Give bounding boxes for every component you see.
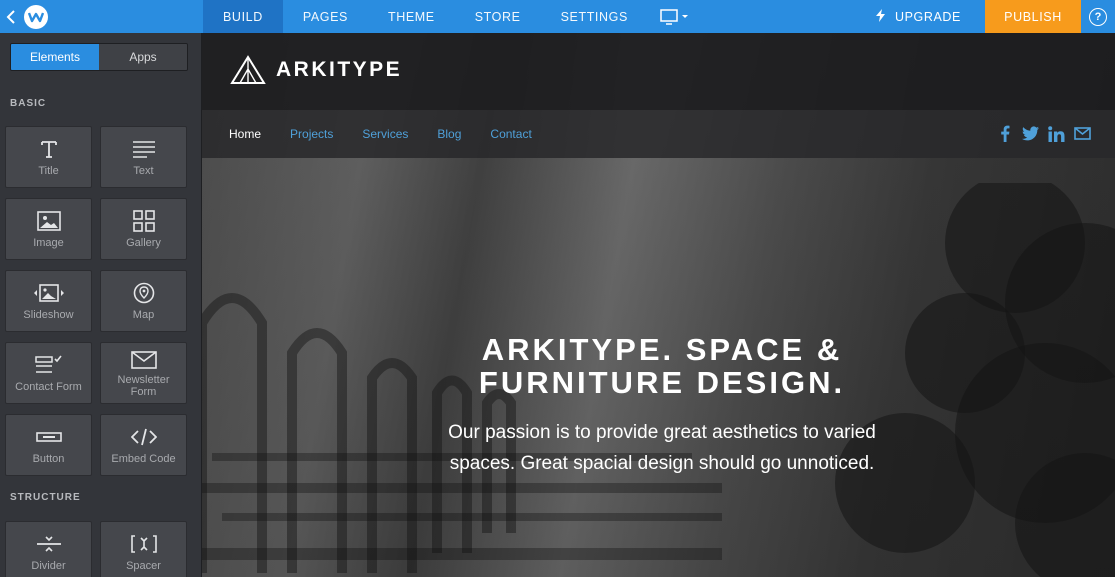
title-icon — [39, 137, 59, 161]
sidebar-tabs: Elements Apps — [10, 43, 188, 71]
device-preview-dropdown[interactable] — [648, 0, 702, 33]
element-button[interactable]: Button — [5, 414, 92, 476]
section-title-structure: STRUCTURE — [10, 492, 81, 503]
social-links — [996, 125, 1091, 142]
site-nav-blog[interactable]: Blog — [437, 127, 461, 141]
tab-apps[interactable]: Apps — [99, 44, 187, 70]
upgrade-button[interactable]: UPGRADE — [875, 0, 985, 33]
hero-title: ARKITYPE. SPACE & FURNITURE DESIGN. — [462, 333, 862, 399]
help-icon: ? — [1089, 7, 1107, 26]
element-map[interactable]: Map — [100, 270, 187, 332]
nav-build[interactable]: BUILD — [203, 0, 283, 33]
code-icon — [130, 425, 157, 449]
element-title[interactable]: Title — [5, 126, 92, 188]
map-pin-icon — [133, 281, 155, 305]
triangle-logo-icon — [230, 55, 266, 84]
image-icon — [36, 209, 61, 233]
site-nav-home[interactable]: Home — [229, 127, 261, 141]
monitor-icon — [660, 8, 688, 25]
element-contact-form[interactable]: Contact Form — [5, 342, 92, 404]
divider-icon — [36, 532, 62, 556]
contact-form-icon — [34, 353, 63, 377]
gallery-icon — [132, 209, 155, 233]
section-title-basic: BASIC — [10, 98, 47, 109]
element-spacer[interactable]: Spacer — [100, 521, 187, 577]
element-embed-code[interactable]: Embed Code — [100, 414, 187, 476]
hero-title-line-2: FURNITURE DESIGN. — [478, 365, 846, 400]
element-label: Map — [132, 309, 155, 321]
envelope-icon — [130, 348, 157, 372]
brand-name: ARKITYPE — [276, 58, 403, 81]
element-image[interactable]: Image — [5, 198, 92, 260]
main-nav: BUILD PAGES THEME STORE SETTINGS — [203, 0, 702, 33]
element-label: Gallery — [126, 237, 161, 249]
nav-settings[interactable]: SETTINGS — [541, 0, 648, 33]
site-header: ARKITYPE — [202, 33, 1115, 110]
element-label: Text — [133, 165, 154, 177]
help-button[interactable]: ? — [1081, 0, 1115, 33]
text-icon — [132, 137, 156, 161]
facebook-icon[interactable] — [996, 125, 1013, 142]
editor-toolbar: BUILD PAGES THEME STORE SETTINGS UPGRADE… — [0, 0, 1115, 33]
mail-icon[interactable] — [1074, 125, 1091, 142]
site-preview-canvas[interactable]: ARKITYPE Home Projects Services Blog Con… — [202, 33, 1115, 577]
element-slideshow[interactable]: Slideshow — [5, 270, 92, 332]
element-newsletter-form[interactable]: Newsletter Form — [100, 342, 187, 404]
hero-title-line-1: ARKITYPE. SPACE & — [481, 332, 843, 367]
element-label: Embed Code — [111, 453, 176, 465]
site-nav: Home Projects Services Blog Contact — [202, 110, 1115, 158]
publish-button[interactable]: PUBLISH — [985, 0, 1081, 33]
site-nav-contact[interactable]: Contact — [490, 127, 531, 141]
button-icon — [35, 425, 62, 449]
nav-pages[interactable]: PAGES — [283, 0, 368, 33]
nav-theme[interactable]: THEME — [368, 0, 455, 33]
element-label: Image — [33, 237, 64, 249]
toolbar-left — [0, 0, 203, 33]
element-text[interactable]: Text — [100, 126, 187, 188]
element-gallery[interactable]: Gallery — [100, 198, 187, 260]
twitter-icon[interactable] — [1022, 125, 1039, 142]
element-label: Spacer — [126, 560, 161, 572]
nav-store[interactable]: STORE — [455, 0, 541, 33]
lightning-icon — [875, 8, 885, 25]
element-divider[interactable]: Divider — [5, 521, 92, 577]
weebly-logo-icon[interactable] — [24, 4, 48, 29]
hero-subtitle: Our passion is to provide great aestheti… — [448, 422, 876, 474]
element-label: Divider — [31, 560, 66, 572]
linkedin-icon[interactable] — [1048, 125, 1065, 142]
element-label: Button — [32, 453, 65, 465]
elements-sidebar: Elements Apps BASIC Title Text Image Gal… — [0, 33, 202, 577]
tab-elements[interactable]: Elements — [11, 44, 99, 70]
site-nav-services[interactable]: Services — [362, 127, 408, 141]
upgrade-label: UPGRADE — [894, 9, 961, 24]
element-label: Contact Form — [15, 381, 82, 393]
site-brand[interactable]: ARKITYPE — [230, 55, 402, 85]
element-label: Title — [38, 165, 59, 177]
element-label: Newsletter Form — [117, 374, 170, 398]
element-label: Slideshow — [23, 309, 74, 321]
back-chevron-icon[interactable] — [6, 9, 20, 24]
spacer-icon — [130, 532, 157, 556]
slideshow-icon — [33, 281, 65, 305]
site-nav-projects[interactable]: Projects — [290, 127, 333, 141]
